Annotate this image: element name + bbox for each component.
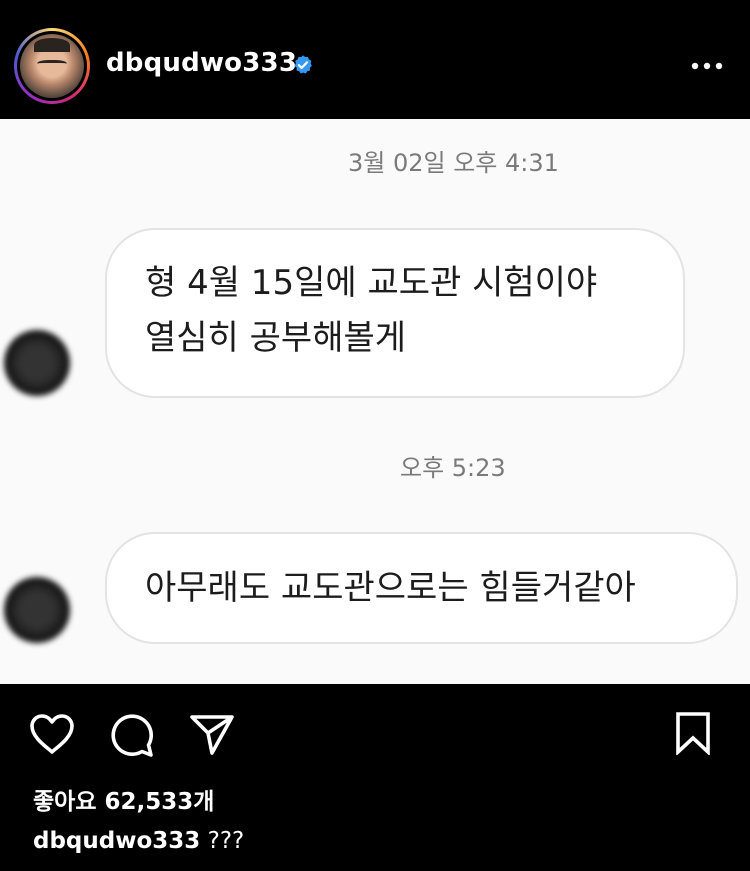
paper-plane-icon[interactable]	[188, 712, 236, 756]
message-text-line: 형 4월 15일에 교도관 시험이야	[145, 263, 598, 303]
verified-badge-icon	[294, 55, 312, 74]
caption-username[interactable]: dbqudwo333	[33, 828, 200, 854]
post-header: dbqudwo333	[0, 0, 750, 119]
post-caption: dbqudwo333 ???	[33, 828, 244, 854]
caption-text: ???	[207, 828, 245, 854]
more-horizontal-icon[interactable]	[690, 60, 724, 72]
message-timestamp: 3월 02일 오후 4:31	[348, 149, 559, 177]
header-username[interactable]: dbqudwo333	[106, 48, 297, 78]
sender-avatar	[4, 577, 70, 643]
likes-count[interactable]: 좋아요 62,533개	[33, 782, 214, 816]
message-bubble: 형 4월 15일에 교도관 시험이야 열심히 공부해볼게	[105, 228, 685, 398]
profile-avatar[interactable]	[20, 34, 84, 98]
heart-icon[interactable]	[28, 712, 76, 756]
comment-icon[interactable]	[108, 712, 154, 758]
story-ring[interactable]	[14, 28, 90, 104]
message-text-line: 열심히 공부해볼게	[145, 318, 407, 358]
message-bubble: 아무래도 교도관으로는 힘들거같아	[105, 532, 738, 644]
bookmark-icon[interactable]	[674, 711, 712, 755]
message-timestamp: 오후 5:23	[400, 454, 506, 482]
sender-avatar	[4, 330, 70, 396]
message-text: 아무래도 교도관으로는 힘들거같아	[145, 568, 636, 608]
